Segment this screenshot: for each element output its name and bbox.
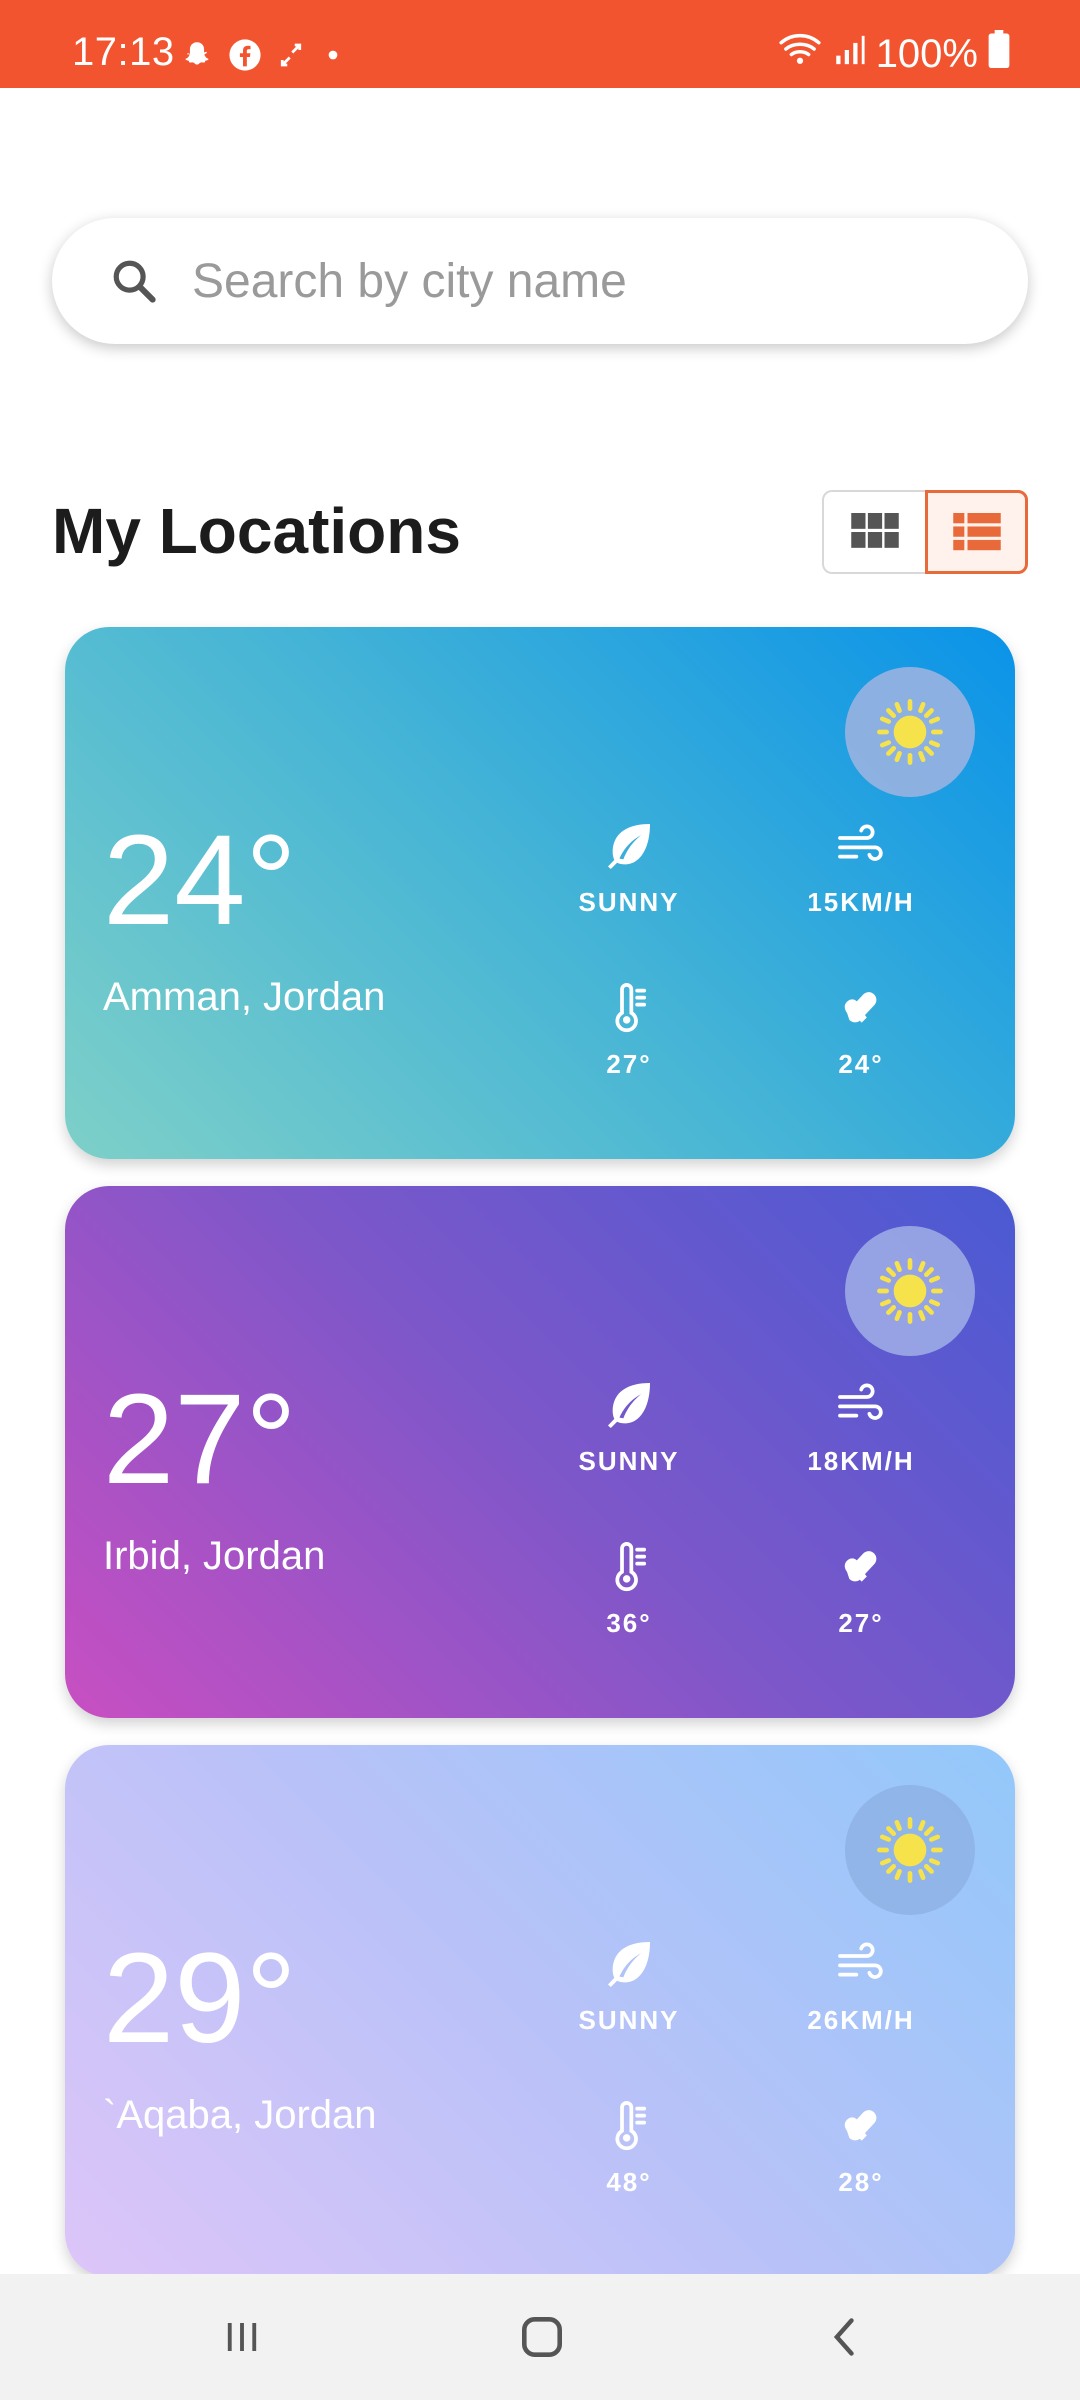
min-temp-stat: 24° — [761, 979, 961, 1080]
battery-icon — [988, 30, 1010, 78]
max-temp: 36° — [606, 1608, 652, 1638]
city-name: `Aqaba, Jordan — [103, 2093, 377, 2137]
recents-icon — [227, 2323, 257, 2351]
temperature: 29° — [103, 1927, 297, 2070]
wind-stat: 15KM/H — [761, 817, 961, 918]
back-icon — [833, 2318, 854, 2356]
dot-icon — [320, 42, 346, 68]
max-temp: 27° — [606, 1049, 652, 1079]
leaf-icon — [608, 824, 650, 870]
condition-stat: SUNNY — [529, 1376, 729, 1477]
condition-stat: SUNNY — [529, 817, 729, 918]
wind-icon — [838, 824, 883, 861]
grid-icon — [850, 513, 899, 548]
mitten-icon — [844, 992, 877, 1023]
sync-icon — [276, 40, 306, 70]
wind-stat: 26KM/H — [761, 1935, 961, 2036]
mitten-icon — [844, 1551, 877, 1582]
signal-icon — [832, 32, 866, 77]
location-card[interactable]: 24° Amman, Jordan SUNNY 15KM/H 27° 24° — [65, 627, 1015, 1159]
view-toggle — [822, 490, 1028, 574]
leaf-icon — [608, 1383, 650, 1429]
wind-speed: 18KM/H — [807, 1446, 915, 1476]
temperature: 24° — [103, 809, 297, 952]
system-status: 100% — [778, 30, 1010, 78]
status-bar: 17:13 100% — [0, 0, 1080, 88]
facebook-icon — [228, 38, 262, 72]
max-temp: 48° — [606, 2167, 652, 2197]
system-nav-bar — [0, 2274, 1080, 2400]
mitten-icon — [844, 2110, 877, 2141]
wind-stat: 18KM/H — [761, 1376, 961, 1477]
condition-stat: SUNNY — [529, 1935, 729, 2036]
home-icon — [522, 2317, 562, 2357]
thermometer-icon — [615, 1542, 647, 1592]
search-input[interactable] — [190, 252, 1028, 310]
sun-icon — [877, 1258, 943, 1324]
search-icon — [113, 260, 156, 303]
weather-badge — [845, 1785, 975, 1915]
max-temp-stat: 27° — [529, 979, 729, 1080]
condition-label: SUNNY — [578, 887, 680, 917]
status-time: 17:13 — [72, 30, 175, 74]
list-view-button[interactable] — [925, 490, 1028, 574]
wifi-icon — [778, 31, 822, 77]
wind-icon — [838, 1942, 883, 1979]
location-card[interactable]: 29° `Aqaba, Jordan SUNNY 26KM/H 48° 28° — [65, 1745, 1015, 2277]
city-name: Irbid, Jordan — [103, 1534, 326, 1578]
city-name: Amman, Jordan — [103, 975, 386, 1019]
weather-badge — [845, 667, 975, 797]
recents-button[interactable] — [212, 2312, 272, 2362]
min-temp: 24° — [838, 1049, 884, 1079]
page-title: My Locations — [52, 495, 461, 567]
search-bar[interactable] — [52, 218, 1028, 344]
battery-percentage: 100% — [875, 31, 978, 76]
thermometer-icon — [615, 2101, 647, 2151]
leaf-icon — [608, 1942, 650, 1988]
wind-speed: 26KM/H — [807, 2005, 915, 2035]
min-temp: 27° — [838, 1608, 884, 1638]
location-card[interactable]: 27° Irbid, Jordan SUNNY 18KM/H 36° 27° — [65, 1186, 1015, 1718]
temperature: 27° — [103, 1368, 297, 1511]
sun-icon — [877, 1817, 943, 1883]
sun-icon — [877, 699, 943, 765]
wind-icon — [838, 1383, 883, 1420]
grid-view-button[interactable] — [822, 490, 925, 574]
condition-label: SUNNY — [578, 1446, 680, 1476]
condition-label: SUNNY — [578, 2005, 680, 2035]
home-button[interactable] — [512, 2312, 572, 2362]
back-button[interactable] — [816, 2312, 876, 2362]
wind-speed: 15KM/H — [807, 887, 915, 917]
max-temp-stat: 36° — [529, 1538, 729, 1639]
list-icon — [952, 513, 1001, 551]
max-temp-stat: 48° — [529, 2097, 729, 2198]
weather-badge — [845, 1226, 975, 1356]
thermometer-icon — [615, 983, 647, 1033]
notification-icons — [180, 38, 346, 72]
snapchat-icon — [180, 38, 214, 72]
min-temp-stat: 28° — [761, 2097, 961, 2198]
min-temp-stat: 27° — [761, 1538, 961, 1639]
min-temp: 28° — [838, 2167, 884, 2197]
